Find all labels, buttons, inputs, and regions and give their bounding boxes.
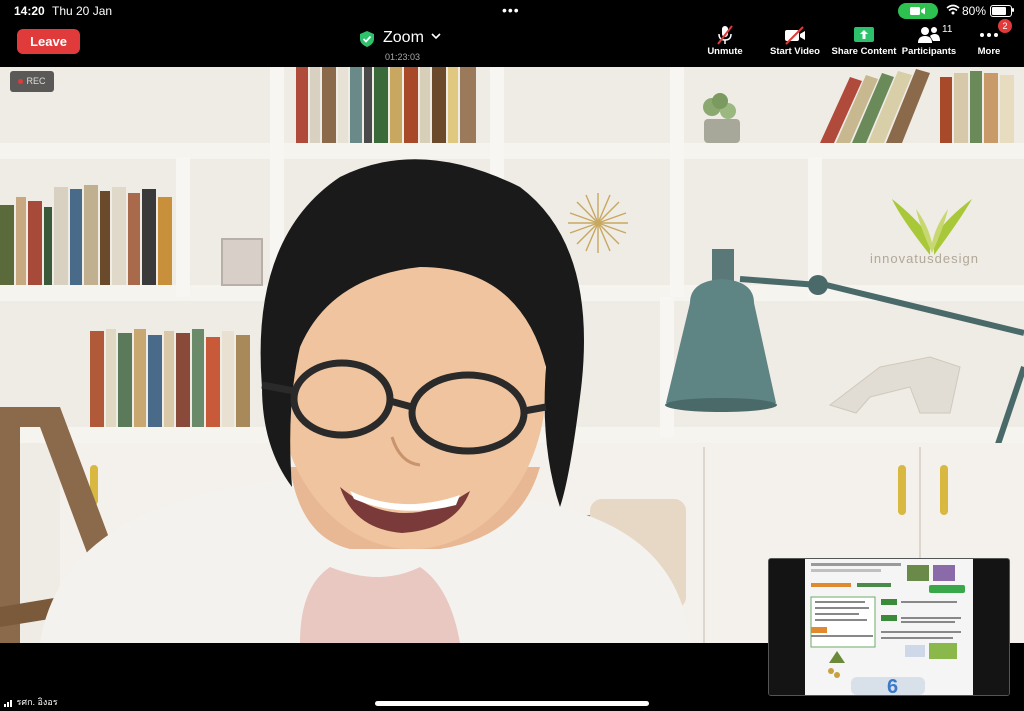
picture-frame (221, 238, 263, 286)
battery-level (992, 7, 1007, 15)
camera-in-use-icon (898, 3, 938, 19)
self-view-thumbnail[interactable]: 6 (768, 558, 1010, 696)
unmute-button[interactable]: Unmute (690, 24, 760, 60)
share-content-label: Share Content (831, 46, 897, 57)
wifi-icon (946, 4, 960, 15)
share-content-button[interactable]: Share Content (829, 24, 899, 60)
unmute-label: Unmute (707, 46, 743, 57)
speaker-video-frame: innovatusdesign (0, 67, 1024, 643)
participants-count: 11 (942, 24, 953, 35)
battery-nub (1012, 8, 1014, 12)
shared-document-preview: 6 (769, 559, 1009, 695)
recording-indicator: REC (10, 71, 54, 92)
home-indicator[interactable] (375, 701, 649, 706)
battery-percent: 80% (962, 4, 987, 18)
signal-bars-icon (4, 700, 12, 708)
more-notification-badge: 2 (998, 19, 1012, 33)
svg-text:6: 6 (887, 676, 898, 695)
record-dot-icon (18, 79, 24, 85)
leave-button[interactable]: Leave (17, 29, 80, 54)
muted-microphone-icon (690, 24, 760, 46)
active-speaker-video[interactable]: innovatusdesign (0, 67, 1024, 643)
status-time: 14:20 (14, 4, 45, 18)
video-off-icon (760, 24, 830, 46)
share-arrow-icon (829, 24, 899, 46)
status-date: Thu 20 Jan (52, 4, 113, 18)
rec-label: REC (26, 76, 46, 86)
speaker-name: รศก. อิงอร (16, 697, 58, 707)
meeting-title: Zoom (383, 29, 424, 46)
more-dots-icon (954, 24, 1024, 46)
start-video-label: Start Video (770, 46, 820, 57)
status-bar: 14:20 Thu 20 Jan ••• 80% (0, 0, 1024, 22)
starburst-decoration (568, 193, 628, 253)
background-logo-text: innovatusdesign (870, 251, 979, 266)
more-label: More (977, 46, 1001, 57)
speaker-name-tag: รศก. อิงอร (4, 695, 58, 709)
meeting-title-button[interactable]: Zoom (360, 28, 450, 50)
shield-icon (360, 31, 374, 47)
meeting-timer: 01:23:03 (385, 52, 421, 62)
start-video-button[interactable]: Start Video (760, 24, 830, 60)
more-button[interactable]: More (954, 24, 1024, 60)
chevron-down-icon (431, 33, 441, 40)
battery-icon (990, 5, 1012, 17)
multitasking-dots-icon[interactable]: ••• (502, 2, 520, 18)
